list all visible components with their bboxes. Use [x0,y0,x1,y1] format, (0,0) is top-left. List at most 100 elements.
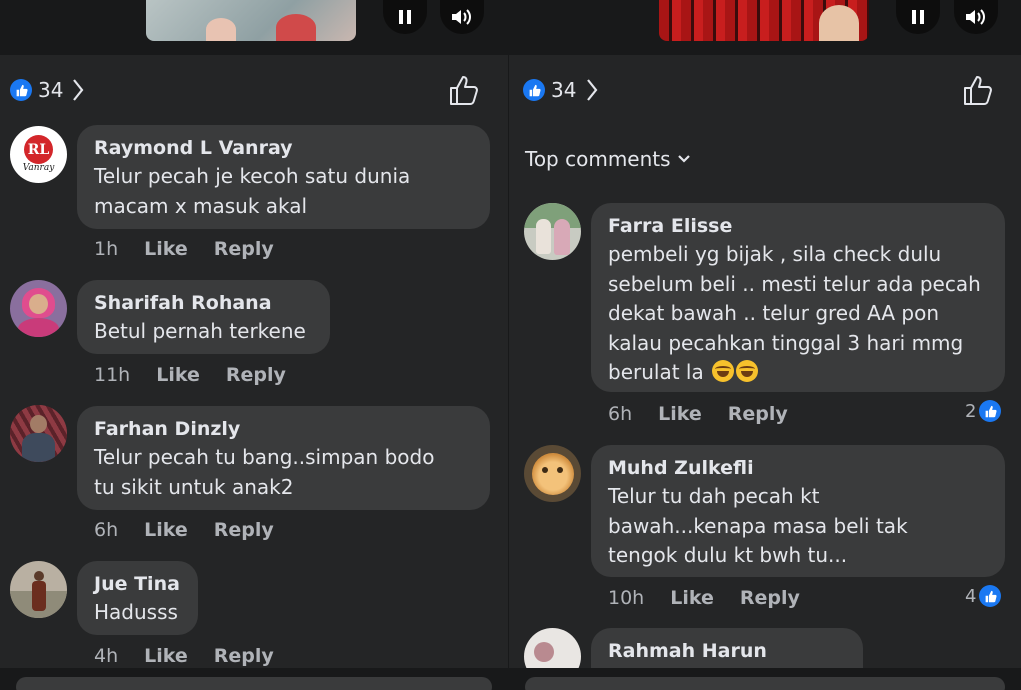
comment-bubble[interactable]: Farra Elisse pembeli yg bijak , sila che… [591,203,1005,392]
chevron-right-icon[interactable] [584,77,600,103]
reply-link[interactable]: Reply [214,238,274,260]
comment-text-line: tu sikit untuk anak2 [94,474,294,499]
comment-text-fragment: berulat la [608,360,704,384]
comment-actions: 11h Like Reply [94,364,312,386]
commenter-name[interactable]: Farhan Dinzly [94,415,473,443]
comment-text-line: bawah...kenapa masa beli tak [608,513,908,538]
avatar[interactable] [524,445,581,502]
comment-actions: 1h Like Reply [94,238,300,260]
commenter-name[interactable]: Sharifah Rohana [94,289,313,317]
comment-time[interactable]: 6h [608,403,632,425]
right-comments-panel: 34 Top comments Farra Elisse pembeli yg … [509,0,1021,690]
reply-link[interactable]: Reply [226,364,286,386]
chevron-down-icon [677,155,690,163]
comment-reaction-count[interactable]: 4 [965,585,1002,607]
reaction-bar: 34 [0,73,508,109]
comment-bubble[interactable]: Muhd Zulkefli Telur tu dah pecah kt bawa… [591,445,1005,577]
comment-text-line: dekat bawah .. telur gred AA pon [608,301,940,325]
comment-text-line: sebelum beli .. mesti telur ada pecah [608,271,981,296]
comment-bubble[interactable]: Farhan Dinzly Telur pecah tu bang..simpa… [77,406,490,510]
comment-composer-bar [0,668,508,690]
comment-time[interactable]: 11h [94,364,130,386]
thumbs-up-icon[interactable] [448,73,480,107]
comment-time[interactable]: 1h [94,238,118,260]
comment-bubble[interactable]: Raymond L Vanray Telur pecah je kecoh sa… [77,125,490,229]
chevron-right-icon[interactable] [70,77,86,103]
comment-text-line: pembeli yg bijak , sila check dulu [608,242,942,266]
like-link[interactable]: Like [144,238,188,260]
avatar-cat-eye [557,467,563,473]
commenter-name[interactable]: Jue Tina [94,570,181,598]
comment-text-line: Betul pernah terkene [94,319,306,343]
thumbnail-hand [206,18,236,41]
avatar-logo: RL [24,135,53,164]
comment-text-line: Telur tu dah pecah kt [608,484,820,508]
reply-link[interactable]: Reply [740,587,800,609]
reaction-number: 2 [965,400,977,422]
reply-link[interactable]: Reply [214,645,274,667]
reaction-count[interactable]: 34 [38,78,63,102]
avatar-head [34,571,44,581]
avatar[interactable] [10,280,67,337]
reaction-count[interactable]: 34 [551,78,576,102]
commenter-name[interactable]: Rahmah Harun [608,637,846,665]
like-link[interactable]: Like [144,645,188,667]
left-comments-panel: 34 RL Vanray Raymond L Vanray Telur peca… [0,0,508,690]
laughing-emoji-icon [736,360,759,382]
like-link[interactable]: Like [156,364,200,386]
avatar[interactable] [10,405,67,462]
avatar-face [30,415,47,433]
laughing-emoji-icon [712,360,735,382]
comment-text-line: Telur pecah je kecoh satu dunia [94,164,411,188]
avatar-person [536,219,551,254]
comment-time[interactable]: 10h [608,587,644,609]
video-thumbnail[interactable] [146,0,356,41]
volume-icon [966,9,985,25]
avatar[interactable] [10,561,67,618]
like-reaction-icon [523,79,545,101]
like-reaction-icon [979,400,1002,422]
reply-link[interactable]: Reply [728,403,788,425]
sort-label: Top comments [525,147,671,171]
like-reaction-icon [10,79,32,101]
comment-reaction-count[interactable]: 2 [965,400,1002,422]
commenter-name[interactable]: Farra Elisse [608,212,988,240]
avatar-body [32,581,46,611]
pause-icon [399,10,411,24]
commenter-name[interactable]: Raymond L Vanray [94,134,473,162]
comment-time[interactable]: 6h [94,519,118,541]
comment-time[interactable]: 4h [94,645,118,667]
avatar-body [22,433,55,462]
comment-actions: 10h Like Reply [608,587,826,609]
avatar[interactable] [524,203,581,260]
avatar-cat-face [532,453,574,495]
like-link[interactable]: Like [658,403,702,425]
avatar-cat-eye [542,467,548,473]
comment-bubble[interactable]: Jue Tina Hadusss [77,561,198,635]
avatar-person [554,219,570,255]
like-link[interactable]: Like [670,587,714,609]
comment-text-line: Hadusss [94,600,178,624]
avatar-logo-text: Vanray [22,163,55,173]
reaction-bar: 34 [509,73,1021,109]
video-thumbnail[interactable] [659,0,869,41]
avatar[interactable]: RL Vanray [10,126,67,183]
thumbs-up-icon[interactable] [962,73,994,107]
avatar-body [18,318,59,337]
pause-icon [912,10,924,24]
comment-text-line: Telur pecah tu bang..simpan bodo [94,445,435,469]
comment-actions: 4h Like Reply [94,645,300,667]
commenter-name[interactable]: Muhd Zulkefli [608,454,988,482]
comment-text-line: berulat la [608,358,988,388]
comment-text-line: kalau pecahkan tinggal 3 hari mmg [608,330,964,355]
comment-input[interactable] [525,677,1005,690]
reply-link[interactable]: Reply [214,519,274,541]
comment-sort-dropdown[interactable]: Top comments [525,147,691,171]
like-link[interactable]: Like [144,519,188,541]
volume-icon [452,9,471,25]
comment-input[interactable] [16,677,492,690]
comment-bubble[interactable]: Sharifah Rohana Betul pernah terkene [77,280,330,354]
comment-text-line: macam x masuk akal [94,193,308,218]
comment-composer-bar [509,668,1021,690]
thumbnail-object [276,14,316,41]
